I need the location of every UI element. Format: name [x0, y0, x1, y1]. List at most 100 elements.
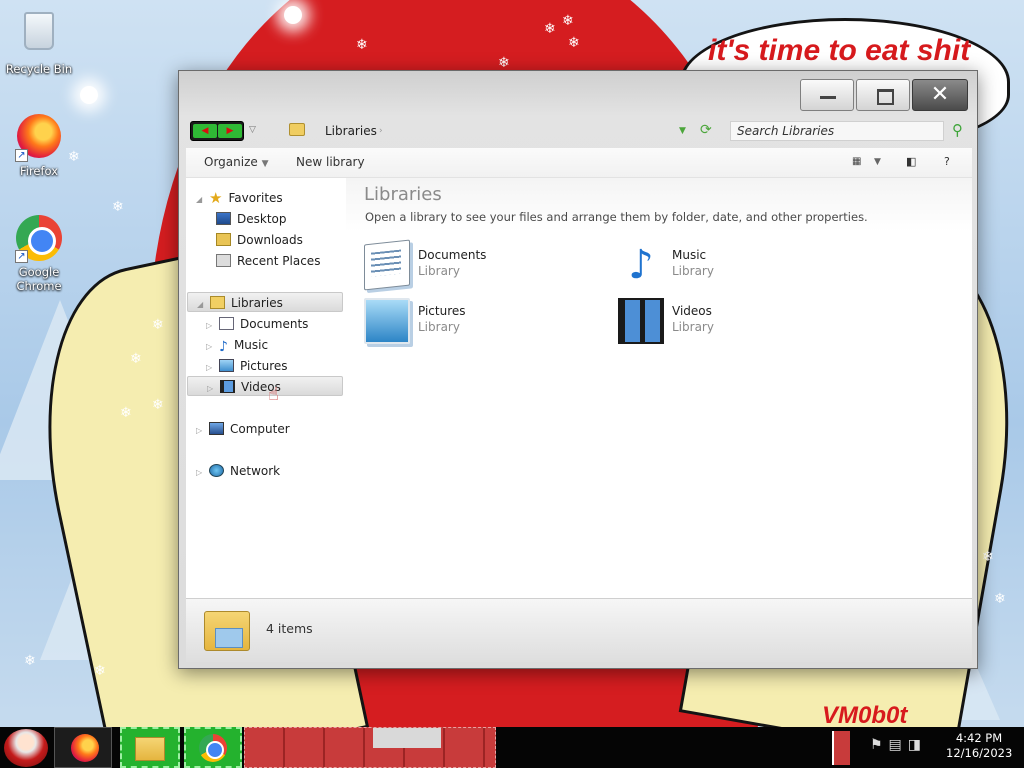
library-item-videos[interactable]: Videos Library — [618, 296, 838, 346]
tree-item-documents[interactable]: ▷ Documents — [206, 314, 308, 334]
close-button[interactable]: ✕ — [912, 79, 968, 111]
tree-item-downloads[interactable]: Downloads — [216, 230, 303, 250]
change-view-icon[interactable]: ▦ — [852, 156, 861, 167]
explorer-window: ✕ ◀ ▶ ▽ Libraries › ▼ ⟳ Search Libraries… — [178, 70, 978, 669]
show-hidden-icons-button[interactable] — [832, 731, 850, 765]
library-type: Library — [672, 264, 714, 278]
preview-pane-icon[interactable]: ◧ — [906, 155, 916, 168]
pictures-icon — [219, 359, 234, 372]
music-library-icon: ♪ — [628, 242, 654, 288]
desktop-icon-label: Google Chrome — [16, 265, 62, 293]
library-type: Library — [418, 264, 460, 278]
expand-arrow-icon[interactable]: ▷ — [206, 337, 216, 357]
library-item-documents[interactable]: Documents Library — [364, 239, 584, 291]
desktop-icon-recycle-bin[interactable]: Recycle Bin — [1, 8, 77, 76]
tree-label: Documents — [240, 317, 309, 331]
star-icon: ★ — [209, 189, 223, 207]
tree-computer[interactable]: ▷ Computer — [196, 419, 290, 439]
desktop-icon-firefox[interactable]: ↗ Firefox — [1, 112, 77, 178]
details-pane: 4 items — [186, 598, 972, 662]
view-options-dropdown[interactable]: ▼ — [874, 157, 881, 167]
expand-arrow-icon[interactable]: ▷ — [196, 463, 206, 483]
collapse-arrow-icon[interactable]: ◢ — [196, 190, 206, 210]
libraries-folder-icon — [289, 123, 305, 136]
snowflake: ❄ — [112, 199, 124, 215]
tree-item-pictures[interactable]: ▷ Pictures — [206, 356, 288, 376]
tree-item-music[interactable]: ▷ ♪ Music — [206, 335, 268, 355]
address-dropdown-button[interactable]: ▼ — [679, 126, 686, 136]
desktop-icon-chrome[interactable]: ↗ Google Chrome — [1, 214, 77, 293]
speech-bubble-text: it's time to eat shit — [708, 34, 971, 67]
new-library-button[interactable]: New library — [296, 155, 365, 169]
forward-button[interactable]: ▶ — [218, 124, 242, 138]
library-header: Libraries Open a library to see your fil… — [346, 178, 972, 232]
search-input[interactable]: Search Libraries — [730, 121, 944, 141]
shortcut-arrow-icon: ↗ — [15, 250, 28, 263]
library-item-music[interactable]: ♪ Music Library — [618, 240, 838, 290]
libraries-folder-icon — [204, 611, 250, 651]
tree-label: Pictures — [240, 359, 288, 373]
collapse-arrow-icon[interactable]: ◢ — [197, 295, 207, 315]
documents-icon — [219, 317, 234, 330]
taskbar-window-strip[interactable] — [244, 727, 496, 768]
videos-library-icon — [618, 298, 664, 344]
tree-libraries[interactable]: ◢ Libraries — [187, 292, 343, 312]
chevron-down-icon: ▼ — [261, 159, 269, 169]
search-icon[interactable]: ⚲ — [952, 121, 963, 139]
snowflake: ❄ — [994, 591, 1006, 607]
taskbar-clock[interactable]: 4:42 PM 12/16/2023 — [946, 731, 1012, 761]
expand-arrow-icon[interactable]: ▷ — [206, 358, 216, 378]
recycle-bin-icon — [24, 12, 54, 50]
tree-label: Recent Places — [237, 254, 321, 268]
organize-label: Organize — [204, 155, 258, 169]
help-button[interactable]: ? — [944, 155, 950, 168]
network-icon — [209, 464, 224, 477]
taskbar-chrome-button[interactable] — [184, 727, 242, 768]
library-name: Pictures — [418, 304, 466, 318]
start-button[interactable] — [4, 729, 48, 767]
tree-label: Music — [233, 338, 269, 352]
taskbar-firefox-button[interactable] — [54, 727, 112, 768]
tree-item-desktop[interactable]: Desktop — [216, 209, 287, 229]
computer-icon — [209, 422, 224, 435]
page-title: Libraries — [364, 184, 442, 205]
expand-arrow-icon[interactable]: ▷ — [206, 316, 216, 336]
wallpaper-glow — [80, 86, 98, 104]
expand-arrow-icon[interactable]: ▷ — [196, 421, 206, 441]
tree-label: Favorites — [228, 191, 283, 205]
system-tray-icons[interactable]: ⚑▤◨ — [870, 737, 927, 753]
taskbar-strip-block — [373, 728, 441, 748]
organize-button[interactable]: Organize ▼ — [204, 155, 269, 169]
tree-favorites[interactable]: ◢ ★ Favorites — [196, 188, 283, 208]
tree-label: Computer — [230, 422, 290, 436]
tree-item-recent-places[interactable]: Recent Places — [216, 251, 320, 271]
recent-locations-dropdown[interactable]: ▽ — [249, 125, 256, 135]
chrome-icon — [199, 734, 227, 762]
library-name: Music — [672, 248, 707, 262]
tree-network[interactable]: ▷ Network — [196, 461, 280, 481]
snowflake: ❄ — [544, 21, 556, 37]
refresh-icon[interactable]: ⟳ — [700, 122, 712, 138]
close-icon: ✕ — [930, 82, 950, 107]
minimize-button[interactable] — [800, 79, 854, 111]
address-chevron-icon[interactable]: › — [379, 126, 383, 136]
firefox-icon — [71, 734, 99, 762]
tree-item-videos[interactable]: ▷ Videos — [187, 376, 343, 396]
tree-label: Network — [230, 464, 281, 478]
snowflake: ❄ — [568, 35, 580, 51]
snowflake: ❄ — [24, 653, 36, 669]
downloads-icon — [216, 233, 231, 246]
address-bar-location[interactable]: Libraries — [325, 124, 377, 138]
snowflake: ❄ — [94, 663, 106, 679]
taskbar-explorer-button[interactable] — [120, 727, 180, 768]
wallpaper-glow — [284, 6, 302, 24]
expand-arrow-icon[interactable]: ▷ — [207, 379, 217, 399]
library-item-pictures[interactable]: Pictures Library — [364, 296, 584, 346]
content-pane: Libraries Open a library to see your fil… — [346, 178, 972, 598]
maximize-button[interactable] — [856, 79, 910, 111]
shortcut-arrow-icon: ↗ — [15, 149, 28, 162]
navigation-pane: ◢ ★ Favorites Desktop Downloads Recent Pla… — [186, 178, 346, 598]
tree-label: Libraries — [231, 296, 283, 310]
back-button[interactable]: ◀ — [193, 124, 217, 138]
documents-library-icon — [364, 239, 410, 291]
